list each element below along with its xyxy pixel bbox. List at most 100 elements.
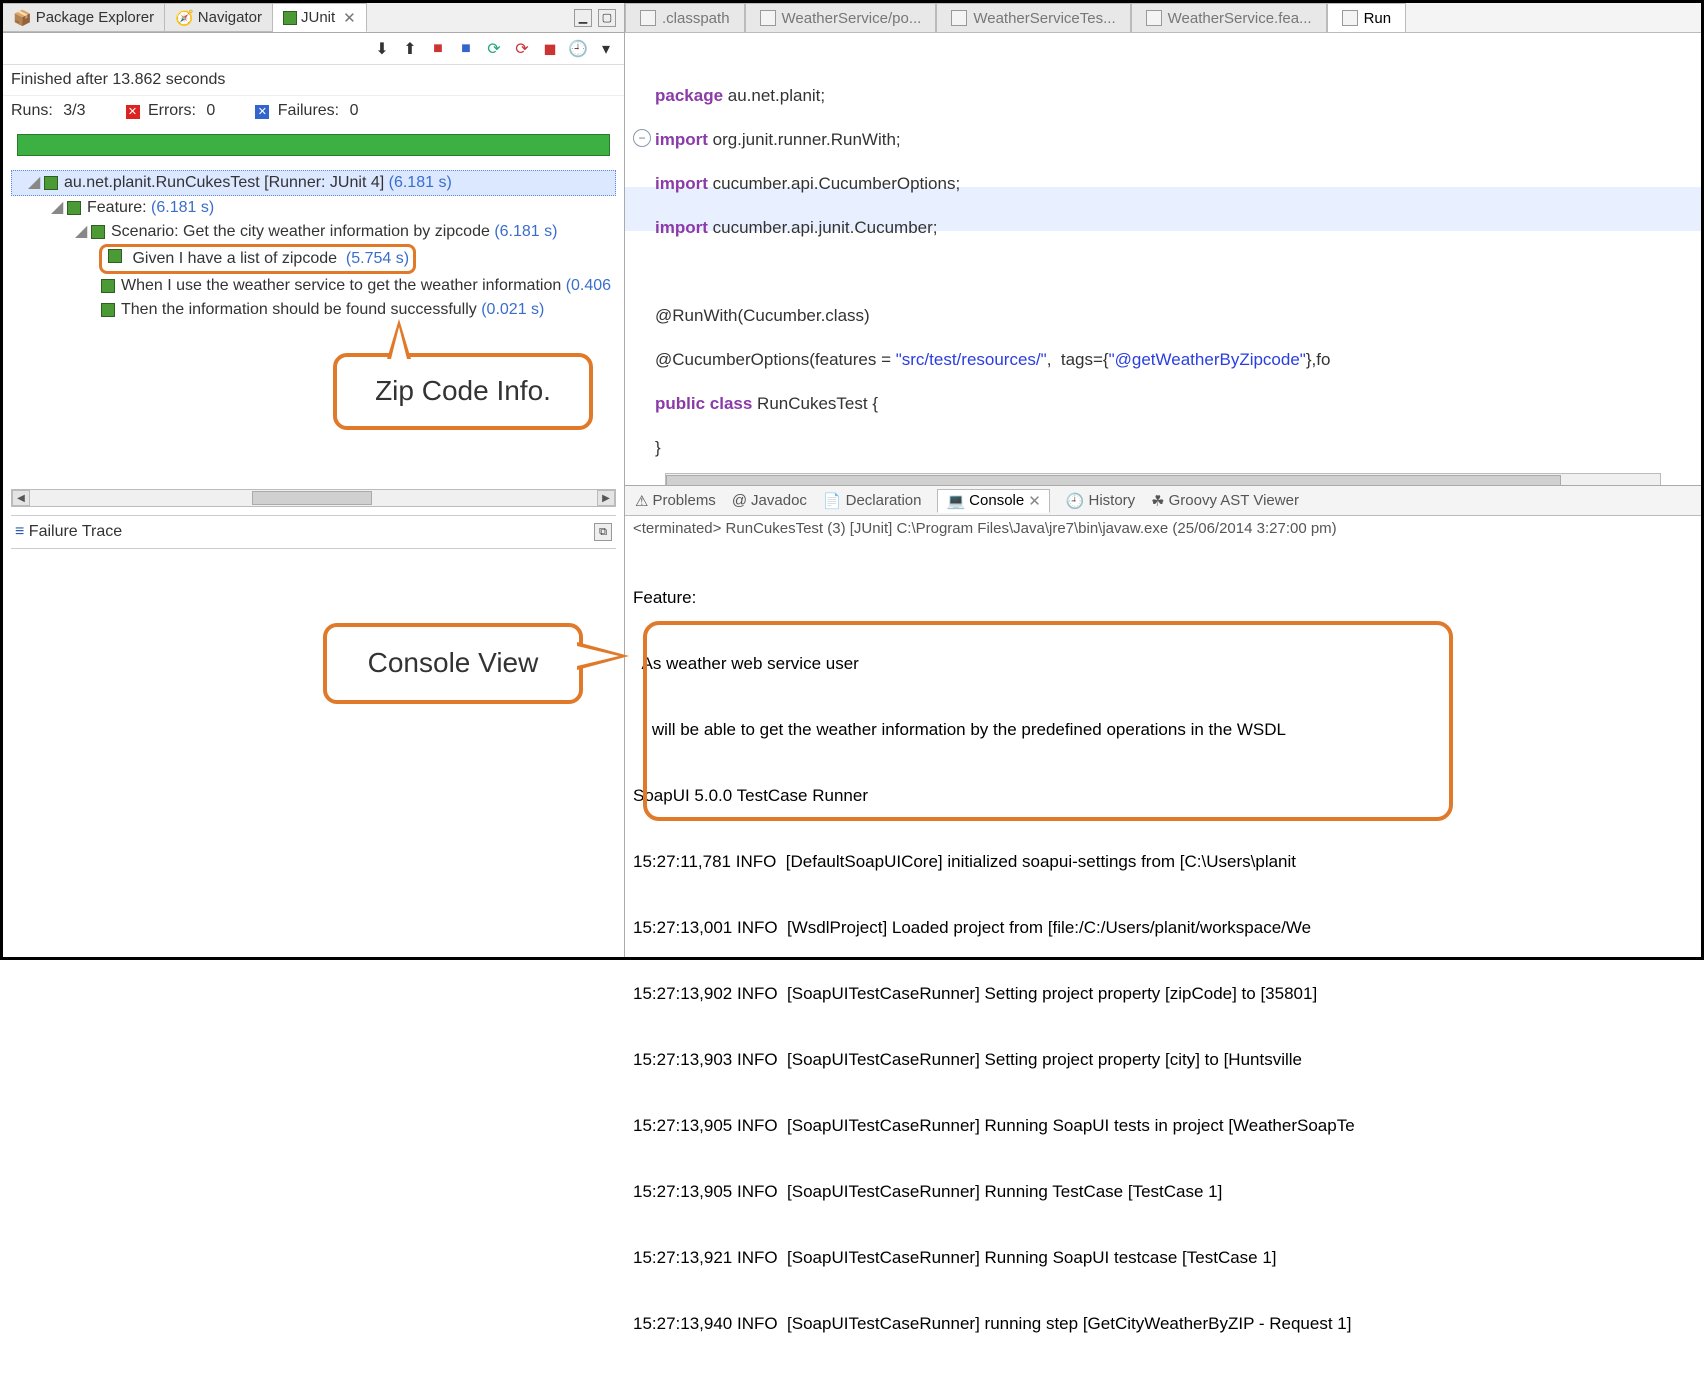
declaration-icon: 📄 — [823, 492, 842, 510]
console-line: 15:27:13,940 INFO [SoapUITestCaseRunner]… — [633, 1313, 1693, 1335]
tree-root[interactable]: ◢ au.net.planit.RunCukesTest [Runner: JU… — [11, 170, 616, 196]
tab-pom[interactable]: WeatherService/po... — [745, 3, 937, 32]
tab-package-explorer[interactable]: 📦 Package Explorer — [3, 3, 165, 32]
console-line: 15:27:13,905 INFO [SoapUITestCaseRunner]… — [633, 1115, 1693, 1137]
console-output[interactable]: Feature: As weather web service user I w… — [625, 541, 1701, 1381]
code-line: −import org.junit.runner.RunWith; — [655, 129, 1701, 151]
error-icon: ✕ — [126, 105, 140, 119]
code-line: @CucumberOptions(features = "src/test/re… — [655, 349, 1701, 371]
console-line: As weather web service user — [633, 653, 1693, 675]
failures-value: 0 — [350, 102, 359, 119]
tree-step2-label: When I use the weather service to get th… — [121, 274, 561, 298]
tree-scrollbar[interactable]: ◀ ▶ — [11, 489, 616, 507]
highlighted-step: Given I have a list of zipcode (5.754 s) — [99, 244, 416, 274]
javadoc-icon: @ — [732, 492, 747, 509]
runs-label: Runs: — [11, 102, 53, 119]
tab-label: Console — [969, 492, 1024, 509]
rerun-failed-icon[interactable]: ⟳ — [512, 39, 532, 59]
next-failure-icon[interactable]: ⬇ — [372, 39, 392, 59]
tree-feature[interactable]: ◢ Feature: (6.181 s) — [11, 196, 616, 220]
problems-icon: ⚠ — [635, 492, 648, 510]
test-tree[interactable]: ◢ au.net.planit.RunCukesTest [Runner: JU… — [3, 166, 624, 326]
stop-icon[interactable]: ◼ — [540, 39, 560, 59]
failures-group: ✕ Failures: 0 — [255, 102, 358, 120]
expand-icon[interactable]: ◢ — [51, 196, 65, 220]
scroll-right-icon[interactable]: ▶ — [597, 490, 615, 506]
junit-counts: Runs: 3/3 ✕ Errors: 0 ✕ Failures: 0 — [3, 96, 624, 126]
stop-blue-icon[interactable]: ■ — [456, 39, 476, 59]
expand-icon[interactable]: ◢ — [28, 171, 42, 195]
console-line: 15:27:11,781 INFO [DefaultSoapUICore] in… — [633, 851, 1693, 873]
code-line: @RunWith(Cucumber.class) — [655, 305, 1701, 327]
code-editor[interactable]: package au.net.planit; −import org.junit… — [625, 33, 1701, 473]
failures-label: Failures: — [278, 102, 339, 119]
junit-toolbar: ⬇ ⬆ ■ ■ ⟳ ⟳ ◼ 🕘 ▾ — [3, 33, 624, 65]
tab-declaration[interactable]: 📄 Declaration — [823, 492, 922, 510]
tree-step1-label: Given I have a list of zipcode — [132, 250, 337, 267]
collapse-icon[interactable]: − — [633, 129, 651, 147]
menu-icon[interactable]: ▾ — [596, 39, 616, 59]
code-line: import cucumber.api.junit.Cucumber; — [655, 217, 1701, 239]
console-icon: 💻 — [946, 492, 965, 510]
rerun-icon[interactable]: ⟳ — [484, 39, 504, 59]
tab-groovy[interactable]: ☘ Groovy AST Viewer — [1151, 492, 1299, 510]
history-icon[interactable]: 🕘 — [568, 39, 588, 59]
tab-label: Groovy AST Viewer — [1169, 492, 1299, 509]
failure-trace-bar: ≡ Failure Trace ⧉ — [11, 515, 616, 549]
tab-javadoc[interactable]: @ Javadoc — [732, 492, 807, 509]
tree-scenario-time: (6.181 s) — [494, 220, 557, 244]
tab-run[interactable]: Run — [1327, 3, 1407, 32]
expand-icon[interactable]: ◢ — [75, 220, 89, 244]
history-icon: 🕘 — [1066, 492, 1085, 510]
junit-icon — [283, 11, 297, 25]
prev-failure-icon[interactable]: ⬆ — [400, 39, 420, 59]
stop-red-icon[interactable]: ■ — [428, 39, 448, 59]
tab-label: Javadoc — [751, 492, 807, 509]
tree-scenario[interactable]: ◢ Scenario: Get the city weather informa… — [11, 220, 616, 244]
right-pane: .classpath WeatherService/po... WeatherS… — [625, 3, 1701, 957]
console-line: 15:27:13,001 INFO [WsdlProject] Loaded p… — [633, 917, 1693, 939]
tree-step-1[interactable]: Given I have a list of zipcode (5.754 s) — [11, 244, 616, 274]
console-line: 15:27:13,902 INFO [SoapUITestCaseRunner]… — [633, 983, 1693, 1005]
tab-junit[interactable]: JUnit ✕ — [273, 3, 367, 32]
console-header: <terminated> RunCukesTest (3) [JUnit] C:… — [625, 516, 1701, 541]
package-icon: 📦 — [13, 9, 32, 27]
code-line: import cucumber.api.CucumberOptions; — [655, 173, 1701, 195]
tab-feature-file[interactable]: WeatherService.fea... — [1131, 3, 1327, 32]
feature-icon — [1146, 10, 1162, 26]
scroll-left-icon[interactable]: ◀ — [12, 490, 30, 506]
tree-scenario-label: Scenario: Get the city weather informati… — [111, 220, 490, 244]
close-icon[interactable]: ✕ — [1028, 492, 1041, 510]
scrollbar-thumb[interactable] — [252, 491, 372, 505]
tab-navigator[interactable]: 🧭 Navigator — [165, 3, 273, 32]
tab-label: Problems — [652, 492, 715, 509]
tab-classpath[interactable]: .classpath — [625, 3, 745, 32]
test-progress-bar — [17, 134, 610, 156]
errors-label: Errors: — [148, 102, 196, 119]
console-line: I will be able to get the weather inform… — [633, 719, 1693, 741]
java-icon — [951, 10, 967, 26]
tab-problems[interactable]: ⚠ Problems — [635, 492, 716, 510]
xml-icon — [760, 10, 776, 26]
left-pane: 📦 Package Explorer 🧭 Navigator JUnit ✕ ▁… — [3, 3, 625, 957]
tab-test-file[interactable]: WeatherServiceTes... — [936, 3, 1130, 32]
code-line: package au.net.planit; — [655, 85, 1701, 107]
callout-text: Zip Code Info. — [375, 375, 551, 406]
close-icon[interactable]: ✕ — [343, 9, 356, 27]
failure-trace-label: Failure Trace — [29, 523, 122, 540]
tree-step2-time: (0.406 — [566, 274, 611, 298]
tree-step3-label: Then the information should be found suc… — [121, 298, 477, 322]
tab-label: .classpath — [662, 10, 730, 27]
tree-step-3[interactable]: Then the information should be found suc… — [11, 298, 616, 322]
callout-zipcode: Zip Code Info. — [333, 353, 593, 430]
test-pass-icon — [106, 248, 124, 264]
console-line: 15:27:13,921 INFO [SoapUITestCaseRunner]… — [633, 1247, 1693, 1269]
tree-step-2[interactable]: When I use the weather service to get th… — [11, 274, 616, 298]
tab-history[interactable]: 🕘 History — [1066, 492, 1135, 510]
callout-console: Console View — [323, 623, 583, 704]
minimize-button[interactable]: ▁ — [574, 9, 592, 27]
tab-console[interactable]: 💻 Console ✕ — [937, 489, 1049, 513]
compare-button[interactable]: ⧉ — [594, 523, 612, 541]
groovy-icon: ☘ — [1151, 492, 1164, 510]
maximize-button[interactable]: ▢ — [598, 9, 616, 27]
